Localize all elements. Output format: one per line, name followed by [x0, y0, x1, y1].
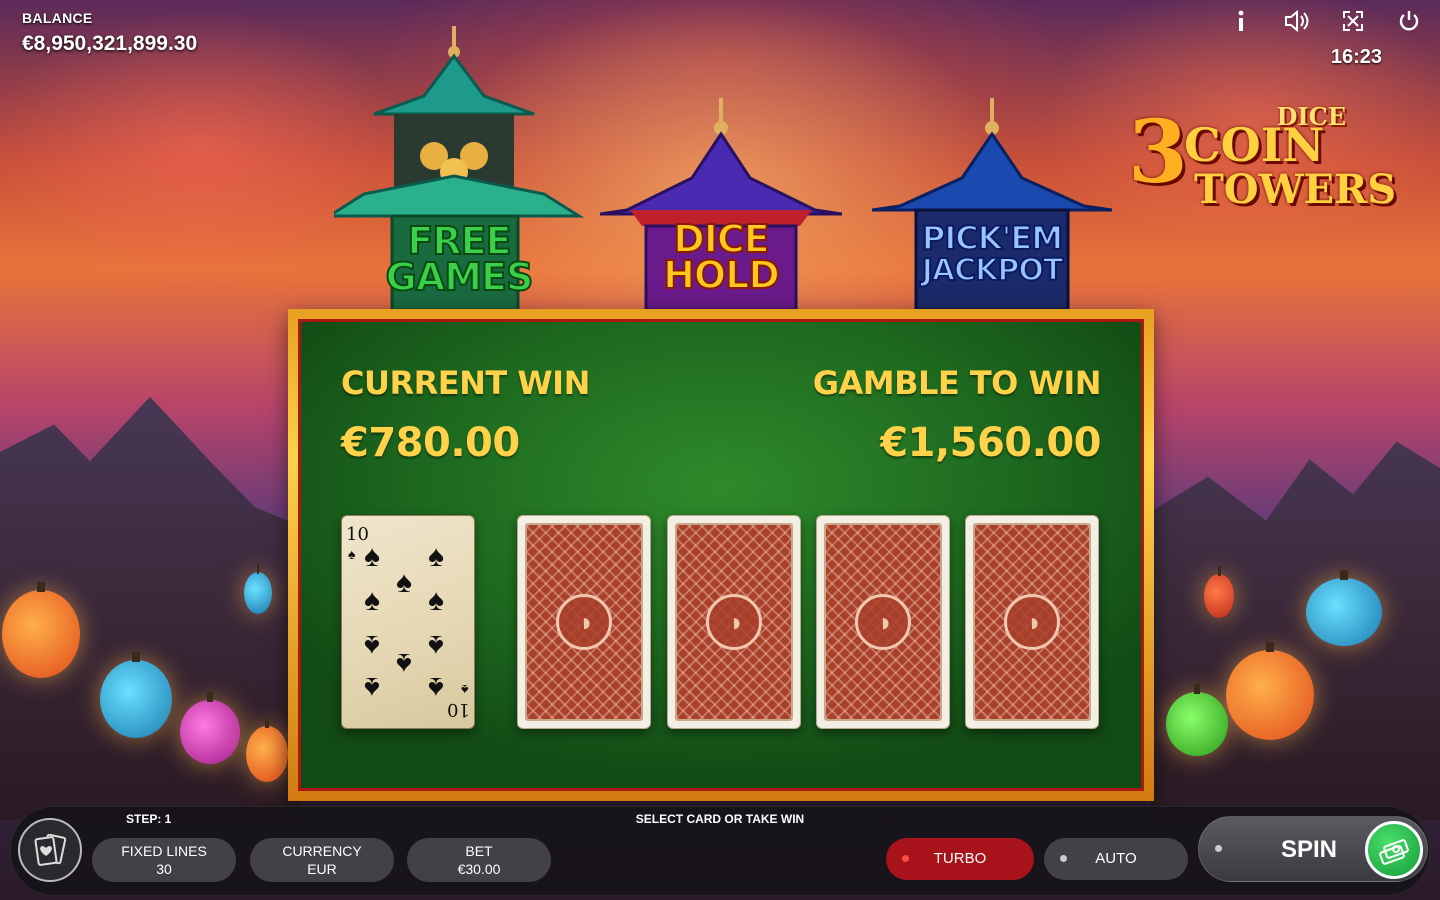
spade-icon: ♠ — [396, 566, 412, 599]
card-back-emblem-icon: ◑ — [706, 594, 762, 650]
turbo-button[interactable]: TURBO — [886, 838, 1034, 880]
spin-indicator-dot — [1215, 845, 1222, 852]
choice-card-4[interactable]: ◑ — [965, 515, 1099, 729]
info-icon[interactable] — [1228, 8, 1254, 34]
spade-icon: ♠ — [428, 584, 444, 617]
status-message: SELECT CARD OR TAKE WIN — [635, 812, 805, 826]
gamble-felt: CURRENT WIN €780.00 GAMBLE TO WIN €1,560… — [298, 319, 1144, 791]
sound-icon[interactable] — [1284, 8, 1310, 34]
logo-three-text: 3 — [1128, 102, 1188, 203]
gamble-to-win-label: GAMBLE TO WIN — [812, 364, 1102, 402]
logo-coin-text: COIN — [1184, 118, 1325, 172]
card-pips: ♠ ♠ ♠ ♠ ♠ ♠ ♠ ♠ ♠ ♠ — [364, 540, 454, 705]
choice-card-3[interactable]: ◑ — [816, 515, 950, 729]
spin-button[interactable]: SPIN — [1198, 816, 1428, 882]
game-logo: DICE 3 COIN TOWERS — [1128, 102, 1396, 220]
tower-pickem-jackpot: PICK'EM JACKPOT — [872, 98, 1112, 310]
lantern-decoration — [180, 692, 240, 764]
turbo-indicator-dot — [902, 855, 909, 862]
currency-value: EUR — [307, 861, 337, 877]
gamble-to-win-value: €1,560.00 — [880, 420, 1101, 466]
paytable-button[interactable] — [18, 818, 82, 882]
card-back-emblem-icon: ◑ — [556, 594, 612, 650]
auto-indicator-dot — [1060, 855, 1067, 862]
card-back-emblem-icon: ◑ — [1004, 594, 1060, 650]
top-toolbar — [1228, 8, 1422, 34]
power-icon[interactable] — [1396, 8, 1422, 34]
lantern-decoration — [100, 652, 172, 738]
lantern-decoration — [246, 718, 288, 782]
fullscreen-icon[interactable] — [1340, 8, 1366, 34]
clock: 16:23 — [1330, 46, 1382, 68]
current-win-label: CURRENT WIN — [341, 364, 590, 402]
spade-icon: ♠ — [460, 682, 468, 698]
spade-icon: ♠ — [364, 629, 380, 662]
dealer-card-rank-bottom: 10 — [447, 699, 470, 720]
card-back-emblem-icon: ◑ — [855, 594, 911, 650]
fixed-lines-label: FIXED LINES — [121, 843, 207, 859]
spade-icon: ♠ — [364, 584, 380, 617]
spade-icon: ♠ — [364, 540, 380, 573]
tower-pickem-label-2: JACKPOT — [921, 253, 1065, 288]
collect-money-icon[interactable] — [1365, 821, 1423, 879]
balance-value: €8,950,321,899.30 — [22, 32, 198, 55]
fixed-lines-value: 30 — [156, 861, 172, 877]
bet-label: BET — [465, 843, 493, 859]
lantern-decoration — [244, 564, 272, 614]
dealer-card: 10 ♠ ♠ ♠ ♠ ♠ ♠ ♠ ♠ ♠ ♠ ♠ ♠ 10 — [341, 515, 475, 729]
bet-value: €30.00 — [457, 861, 501, 877]
balance-label: BALANCE — [22, 10, 93, 26]
lantern-decoration — [1166, 684, 1228, 756]
lantern-decoration — [2, 582, 80, 678]
cards-icon — [34, 834, 67, 866]
tower-pickem-label-1: PICK'EM — [921, 219, 1064, 257]
spin-label: SPIN — [1280, 836, 1337, 863]
choice-card-1[interactable]: ◑ — [517, 515, 651, 729]
spade-icon: ♠ — [428, 629, 444, 662]
spade-icon: ♠ — [428, 540, 444, 573]
logo-towers-text: TOWERS — [1194, 166, 1397, 213]
spade-icon: ♠ — [396, 647, 412, 680]
auto-label: AUTO — [1095, 850, 1137, 867]
choice-card-2[interactable]: ◑ — [667, 515, 801, 729]
lantern-decoration — [1226, 642, 1314, 740]
current-win-value: €780.00 — [341, 420, 520, 466]
lantern-decoration — [1204, 566, 1234, 618]
lantern-decoration — [1306, 570, 1382, 646]
currency-label: CURRENCY — [282, 843, 362, 859]
tower-dice-hold: DICE HOLD — [600, 98, 842, 310]
turbo-label: TURBO — [933, 850, 987, 867]
auto-button[interactable]: AUTO — [1044, 838, 1188, 880]
currency-display: CURRENCY EUR — [250, 838, 394, 882]
tower-free-games: FREE GAMES — [334, 26, 584, 310]
spade-icon: ♠ — [348, 546, 356, 562]
spade-icon: ♠ — [428, 671, 444, 704]
fixed-lines-display: FIXED LINES 30 — [92, 838, 236, 882]
tower-free-games-label-2: GAMES — [385, 255, 535, 299]
gamble-step: STEP: 1 — [126, 812, 172, 826]
tower-dice-hold-label-2: HOLD — [662, 253, 781, 297]
gamble-panel: CURRENT WIN €780.00 GAMBLE TO WIN €1,560… — [288, 309, 1154, 801]
bet-button[interactable]: BET €30.00 — [407, 838, 551, 882]
spade-icon: ♠ — [364, 671, 380, 704]
